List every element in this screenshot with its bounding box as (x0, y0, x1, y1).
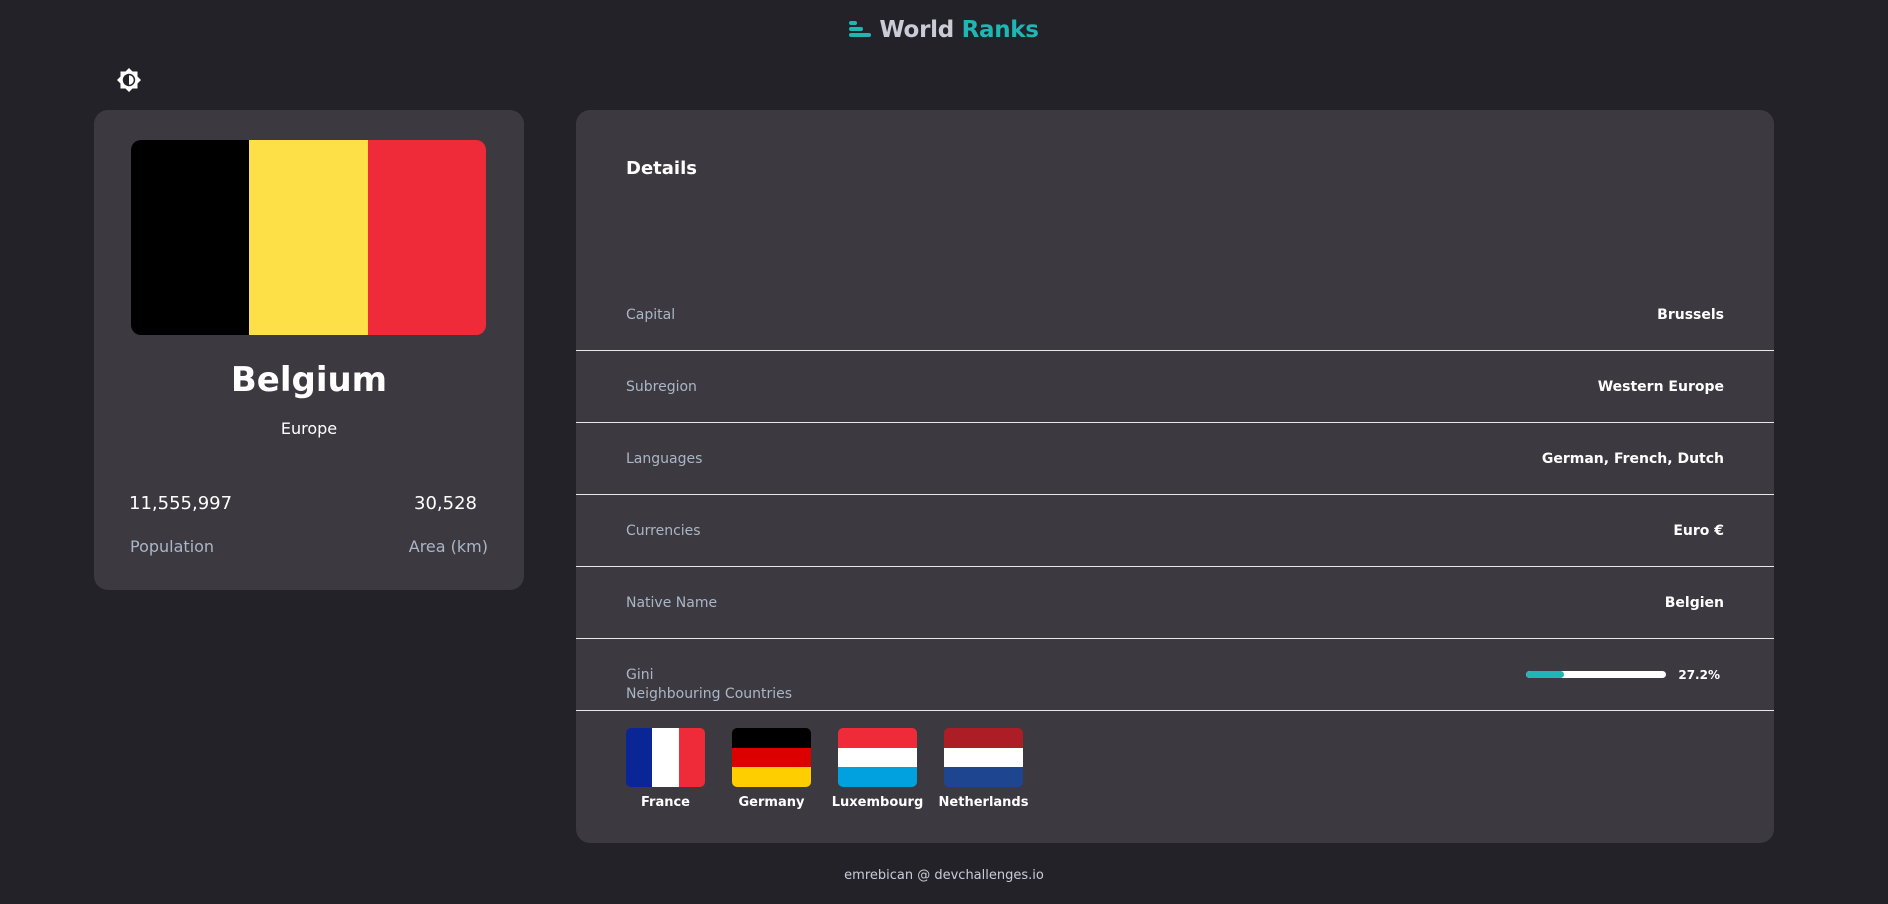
neighbour-name: France (640, 795, 690, 810)
theme-toggle-button[interactable] (116, 67, 142, 93)
detail-label: Subregion (626, 378, 697, 395)
flag-stripe-2 (367, 140, 486, 335)
country-region: Europe (280, 419, 338, 438)
neighbour-france[interactable]: France (626, 728, 705, 810)
neighbour-luxembourg[interactable]: Luxembourg (832, 728, 923, 810)
flag-stripe (838, 767, 917, 787)
detail-label: Capital (626, 306, 676, 323)
neighbour-name: Luxembourg (831, 795, 924, 810)
app-title-world: World (879, 17, 954, 43)
detail-row-capital: Capital Brussels (576, 279, 1774, 351)
neighbour-flag (944, 728, 1023, 787)
bars-icon (849, 21, 872, 39)
flag-stripe (678, 728, 705, 787)
footer-credit: emrebican @ devchallenges.io (844, 868, 1044, 883)
detail-value: Euro € (1673, 522, 1724, 539)
details-card: Details Capital Brussels Subregion Weste… (576, 110, 1774, 843)
neighbour-germany[interactable]: Germany (732, 728, 811, 810)
detail-row-currencies: Currencies Euro € (576, 495, 1774, 567)
flag-stripe (944, 767, 1023, 787)
app-title: World Ranks (879, 17, 1039, 43)
country-name: Belgium (230, 360, 388, 400)
detail-row-native-name: Native Name Belgien (576, 567, 1774, 639)
flag-stripe (838, 747, 917, 768)
population-value: 11,555,997 (129, 493, 233, 514)
detail-row-languages: Languages German, French, Dutch (576, 423, 1774, 495)
neighbour-flag (838, 728, 917, 787)
flag-stripe (652, 728, 679, 787)
area-label: Area (km) (408, 537, 488, 556)
population-label: Population (130, 537, 215, 556)
flag-stripe (944, 747, 1023, 768)
detail-value: Brussels (1657, 306, 1724, 323)
detail-label: Gini (626, 666, 654, 683)
gini-meter: 27.2% (1526, 668, 1720, 682)
neighbour-flag (732, 728, 811, 787)
neighbour-flag (626, 728, 705, 787)
flag-stripe-0 (131, 140, 250, 335)
contrast-icon (117, 68, 141, 92)
detail-label: Native Name (626, 594, 718, 611)
app-title-ranks: Ranks (961, 17, 1039, 43)
gini-bar-track (1526, 671, 1667, 678)
country-card: Belgium Europe 11,555,997 30,528 Populat… (94, 110, 524, 590)
flag-stripe (732, 747, 811, 768)
neighbour-netherlands[interactable]: Netherlands (939, 728, 1028, 810)
detail-label: Currencies (626, 522, 701, 539)
app-header: World Ranks (0, 17, 1888, 43)
neighbour-name: Netherlands (938, 795, 1029, 810)
detail-label: Languages (626, 450, 703, 467)
details-title: Details (626, 158, 697, 179)
neighbour-name: Germany (738, 795, 805, 810)
flag-stripe (838, 728, 917, 748)
flag-stripe (732, 767, 811, 787)
detail-value: Western Europe (1597, 378, 1724, 395)
flag-stripe (626, 728, 653, 787)
gini-value: 27.2% (1678, 667, 1720, 682)
detail-value: German, French, Dutch (1541, 450, 1724, 467)
neighbours-list: France Germany Luxembourg Netherlands (626, 728, 1028, 810)
detail-row-subregion: Subregion Western Europe (576, 351, 1774, 423)
flag-stripe-1 (249, 140, 368, 335)
neighbours-title: Neighbouring Countries (626, 686, 793, 702)
flag-stripe (732, 728, 811, 748)
detail-value: Belgien (1664, 594, 1724, 611)
country-flag (131, 140, 486, 335)
flag-stripe (944, 728, 1023, 748)
gini-bar-fill (1526, 671, 1565, 678)
area-value: 30,528 (414, 493, 477, 514)
